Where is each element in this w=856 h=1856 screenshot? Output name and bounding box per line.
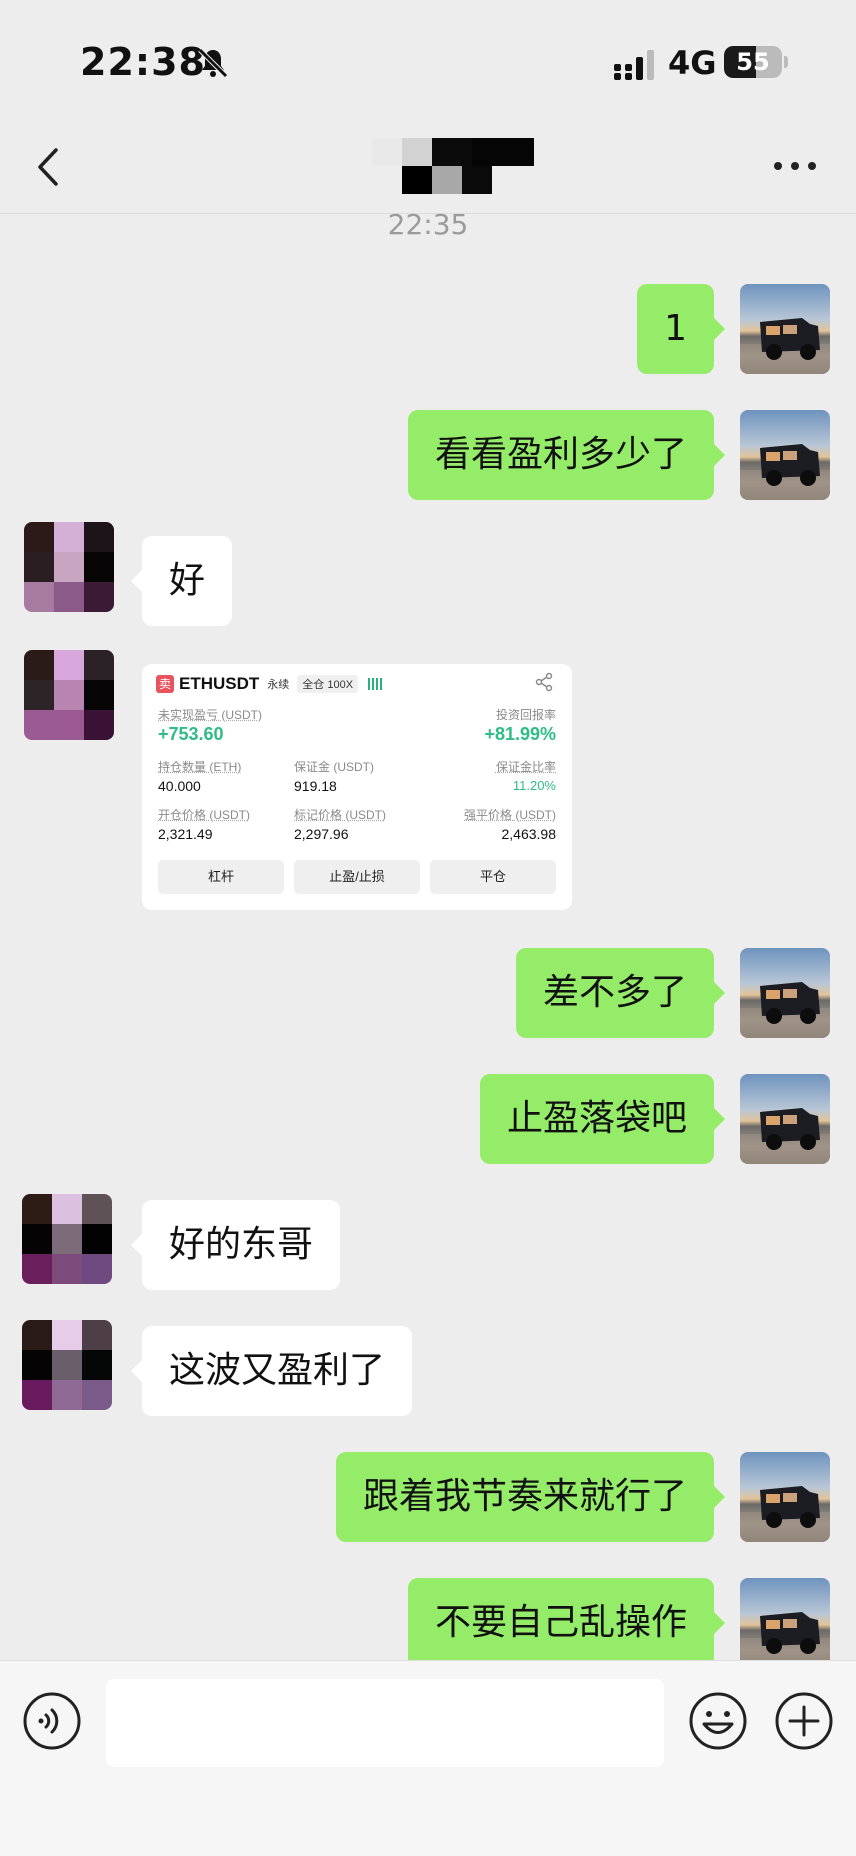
my-avatar[interactable] bbox=[740, 1074, 830, 1164]
position-size-label: 持仓数量 (ETH) bbox=[158, 760, 242, 774]
battery-tip bbox=[784, 56, 788, 68]
unrealized-pnl-label: 未实现盈亏 (USDT) bbox=[158, 708, 262, 722]
message-bubble-sent[interactable]: 看看盈利多少了 bbox=[407, 410, 726, 500]
network-type: 4G bbox=[668, 44, 717, 82]
tp-sl-button[interactable]: 止盈/止损 bbox=[294, 860, 420, 894]
contact-avatar[interactable] bbox=[24, 650, 114, 740]
message-bubble-sent[interactable]: 止盈落袋吧 bbox=[479, 1074, 726, 1164]
contact-avatar[interactable] bbox=[22, 1194, 112, 1284]
message-bubble-sent[interactable]: 差不多了 bbox=[515, 948, 726, 1038]
contact-avatar[interactable] bbox=[24, 522, 114, 612]
voice-icon[interactable] bbox=[22, 1691, 82, 1751]
margin-label: 保证金 (USDT) bbox=[294, 760, 374, 774]
contract-type: 永续 bbox=[267, 679, 290, 691]
signal-bars-icon bbox=[368, 678, 383, 690]
roi-value: +81.99% bbox=[484, 724, 556, 744]
signal-icon bbox=[614, 50, 654, 80]
liq-price-value: 2,463.98 bbox=[501, 826, 557, 842]
my-avatar[interactable] bbox=[740, 1452, 830, 1542]
my-avatar[interactable] bbox=[740, 284, 830, 374]
message-bubble-received[interactable]: 好的东哥 bbox=[130, 1200, 341, 1290]
liq-price-label: 强平价格 (USDT) bbox=[464, 808, 556, 822]
contact-name-redacted bbox=[372, 138, 534, 202]
position-size-value: 40.000 bbox=[158, 778, 201, 794]
chevron-left-icon[interactable] bbox=[30, 142, 70, 192]
input-bar bbox=[0, 1660, 856, 1856]
message-bubble-sent[interactable]: 跟着我节奏来就行了 bbox=[335, 1452, 726, 1542]
share-icon[interactable] bbox=[534, 672, 554, 692]
unrealized-pnl-value: +753.60 bbox=[158, 724, 224, 744]
margin-mode: 全仓 100X bbox=[297, 675, 359, 693]
emoji-icon[interactable] bbox=[688, 1691, 748, 1751]
trade-position-card[interactable]: 卖 ETHUSDT 永续 全仓 100X 未实现盈亏 (USDT) +753.6… bbox=[142, 664, 572, 910]
message-bubble-received[interactable]: 这波又盈利了 bbox=[130, 1326, 413, 1416]
mark-price-value: 2,297.96 bbox=[294, 826, 349, 842]
margin-value: 919.18 bbox=[294, 778, 337, 794]
my-avatar[interactable] bbox=[740, 1578, 830, 1668]
close-position-button[interactable]: 平仓 bbox=[430, 860, 556, 894]
message-bubble-sent[interactable]: 不要自己乱操作 bbox=[407, 1578, 726, 1668]
entry-price-label: 开仓价格 (USDT) bbox=[158, 808, 250, 822]
message-bubble-received[interactable]: 好 bbox=[130, 536, 233, 626]
sell-tag: 卖 bbox=[156, 675, 174, 693]
trading-pair: ETHUSDT bbox=[179, 674, 260, 693]
roi-label: 投资回报率 bbox=[495, 708, 556, 722]
margin-ratio-value: 11.20% bbox=[512, 778, 556, 793]
battery-icon: 55 bbox=[724, 46, 782, 78]
mark-price-label: 标记价格 (USDT) bbox=[294, 808, 386, 822]
message-input[interactable] bbox=[106, 1679, 664, 1767]
contact-avatar[interactable] bbox=[22, 1320, 112, 1410]
leverage-button[interactable]: 杠杆 bbox=[158, 860, 284, 894]
message-timestamp: 22:35 bbox=[387, 208, 469, 241]
chat-header bbox=[0, 120, 856, 214]
card-header: 卖 ETHUSDT 永续 全仓 100X bbox=[156, 672, 383, 696]
more-icon[interactable] bbox=[770, 156, 820, 176]
margin-ratio-label: 保证金比率 bbox=[495, 760, 556, 774]
battery-level: 55 bbox=[736, 48, 770, 76]
message-bubble-sent[interactable]: 1 bbox=[637, 284, 725, 374]
my-avatar[interactable] bbox=[740, 948, 830, 1038]
my-avatar[interactable] bbox=[740, 410, 830, 500]
plus-icon[interactable] bbox=[774, 1691, 834, 1751]
entry-price-value: 2,321.49 bbox=[158, 826, 213, 842]
status-time: 22:38 bbox=[80, 40, 206, 84]
status-bar: 22:38 4G 55 bbox=[0, 0, 856, 120]
bell-slash-icon bbox=[198, 48, 228, 78]
